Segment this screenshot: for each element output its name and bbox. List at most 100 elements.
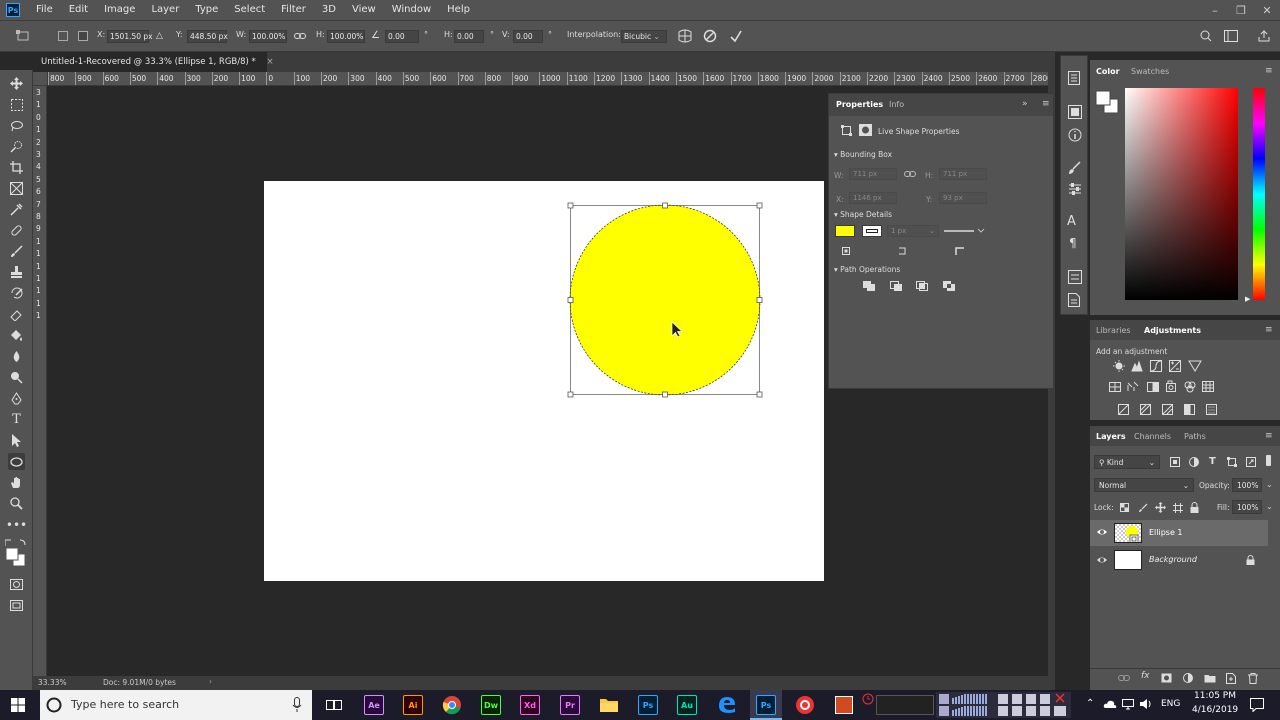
handle-top-right[interactable]	[756, 202, 763, 209]
clock-date[interactable]: 4/16/2019	[1192, 705, 1238, 715]
clone-stamp-tool-icon[interactable]	[8, 264, 25, 281]
stroke-align-icon[interactable]	[841, 246, 851, 256]
action-center-icon[interactable]	[1250, 698, 1264, 712]
search-icon[interactable]	[1200, 30, 1212, 42]
xd-icon[interactable]: Xd	[520, 695, 540, 715]
handle-bottom-left[interactable]	[567, 391, 574, 398]
threshold-icon[interactable]	[1162, 404, 1173, 415]
chrome-icon[interactable]	[442, 695, 462, 715]
invert-icon[interactable]	[1118, 404, 1129, 415]
color-panel-swatches[interactable]	[1095, 90, 1121, 116]
color-balance-icon[interactable]	[1127, 381, 1139, 391]
smart-object-filter-icon[interactable]	[1246, 457, 1256, 467]
w-input[interactable]: 100.00%	[249, 30, 287, 43]
color-swatches[interactable]	[5, 539, 29, 569]
layer-filter-kind[interactable]: ⚲ Kind ⌄	[1094, 455, 1160, 469]
glyphs-panel-icon[interactable]	[1068, 270, 1082, 284]
layer-name[interactable]: Ellipse 1	[1149, 528, 1183, 537]
blend-mode-select[interactable]: Normal ⌄	[1094, 478, 1194, 492]
notes-panel-icon[interactable]	[1068, 293, 1080, 307]
channel-mixer-icon[interactable]	[1184, 381, 1196, 393]
angle-input[interactable]: 0.00	[385, 30, 419, 43]
gradient-tool-icon[interactable]	[8, 327, 25, 344]
collapse-panel-icon[interactable]: »	[1022, 99, 1028, 109]
brush-tool-icon[interactable]	[8, 243, 25, 260]
stroke-caps-icon[interactable]	[897, 246, 909, 256]
brightness-contrast-icon[interactable]	[1113, 360, 1125, 372]
quick-selection-tool-icon[interactable]	[8, 138, 25, 155]
ellipse-shape-layer[interactable]	[560, 196, 772, 408]
audition-icon[interactable]: Au	[677, 695, 697, 715]
blur-tool-icon[interactable]	[8, 348, 25, 365]
eraser-tool-icon[interactable]	[8, 306, 25, 323]
paragraph-panel-icon[interactable]: ¶	[1069, 236, 1077, 250]
lock-artboard-icon[interactable]	[1173, 503, 1183, 513]
more-tools-icon[interactable]: •••	[6, 516, 27, 533]
recorder-marker-icon[interactable]	[1040, 706, 1050, 716]
vertical-ruler[interactable]: 3 1 0 1 2 3 4 5 6 7 8 9 1 1 1 1 1 1 1	[33, 86, 47, 676]
recorder-mic-icon[interactable]	[939, 694, 949, 704]
tab-properties[interactable]: Properties	[836, 100, 883, 109]
handle-bottom[interactable]	[662, 391, 668, 398]
hue-slider[interactable]	[1253, 88, 1265, 300]
levels-icon[interactable]	[1131, 360, 1143, 372]
layers-menu-icon[interactable]: ≡	[1265, 431, 1273, 441]
photoshop-active-taskbar-icon[interactable]: Ps	[756, 695, 776, 715]
opacity-chevron-icon[interactable]: ⌄	[1266, 480, 1273, 489]
type-tool-icon[interactable]: T	[8, 411, 25, 428]
status-arrow-icon[interactable]: ›	[209, 677, 212, 686]
recorder-screen-icon[interactable]	[1012, 706, 1022, 716]
lock-transparent-icon[interactable]	[1120, 503, 1129, 512]
lasso-tool-icon[interactable]	[8, 117, 25, 134]
recorder-cursor-icon[interactable]	[998, 706, 1008, 716]
handle-top-left[interactable]	[567, 202, 574, 209]
history-panel-icon[interactable]	[1068, 71, 1080, 85]
menu-3d[interactable]: 3D	[314, 0, 344, 20]
h-input[interactable]: 100.00%	[327, 30, 365, 43]
stroke-width-input[interactable]: 1 px ⌄	[887, 225, 939, 237]
minimize-icon[interactable]: –	[1202, 4, 1228, 17]
document-tab[interactable]: Untitled-1-Recovered @ 33.3% (Ellipse 1,…	[33, 52, 274, 72]
quick-mask-icon[interactable]	[8, 576, 25, 593]
menu-window[interactable]: Window	[384, 0, 439, 20]
recorder-icon[interactable]	[795, 695, 815, 715]
network-icon[interactable]	[1121, 698, 1135, 710]
photoshop-taskbar-icon[interactable]: Ps	[638, 695, 658, 715]
black-white-icon[interactable]	[1147, 382, 1159, 392]
tab-paths[interactable]: Paths	[1184, 432, 1206, 441]
microphone-icon[interactable]	[292, 697, 302, 713]
cancel-transform-icon[interactable]	[703, 29, 717, 43]
hue-slider-marker-icon[interactable]: ▶	[1245, 295, 1250, 303]
tab-swatches[interactable]: Swatches	[1131, 67, 1169, 76]
hskew-input[interactable]: 0.00	[454, 30, 484, 43]
recorder-pause-icon[interactable]	[1026, 694, 1036, 704]
bbox-y-input[interactable]: 93 px	[939, 192, 987, 204]
posterize-icon[interactable]	[1140, 404, 1151, 415]
lock-position-icon[interactable]	[1155, 502, 1166, 513]
new-layer-icon[interactable]	[1226, 673, 1236, 684]
move-tool-icon[interactable]	[8, 75, 25, 92]
bbox-h-input[interactable]: 711 px	[939, 168, 987, 180]
recorder-menu-icon[interactable]	[1054, 706, 1066, 716]
illustrator-icon[interactable]: Ai	[403, 695, 423, 715]
handle-top[interactable]	[662, 202, 668, 209]
brush-settings-icon[interactable]	[1068, 182, 1082, 196]
exposure-icon[interactable]	[1169, 360, 1181, 372]
ellipse-tool-icon[interactable]	[8, 453, 25, 470]
taskbar-search-box[interactable]: Type here to search	[40, 690, 312, 720]
tab-adjustments[interactable]: Adjustments	[1144, 326, 1201, 335]
background-layer-thumbnail[interactable]	[1114, 550, 1142, 570]
shape-details-toggle[interactable]: ▾ Shape Details	[834, 210, 892, 219]
restore-icon[interactable]: ❐	[1228, 4, 1254, 17]
show-hidden-icons-icon[interactable]: ⌃	[1086, 698, 1094, 709]
combine-shapes-icon[interactable]	[862, 280, 876, 292]
language-indicator[interactable]: ENG	[1161, 699, 1180, 709]
hue-saturation-icon[interactable]	[1109, 382, 1121, 392]
screen-mode-icon[interactable]	[8, 597, 25, 614]
stroke-color-swatch[interactable]	[862, 225, 882, 237]
add-mask-icon[interactable]	[1161, 673, 1172, 683]
cortana-icon[interactable]	[46, 697, 62, 713]
eyedropper-tool-icon[interactable]	[8, 201, 25, 218]
new-group-icon[interactable]	[1204, 673, 1216, 683]
vskew-input[interactable]: 0.00	[513, 30, 543, 43]
